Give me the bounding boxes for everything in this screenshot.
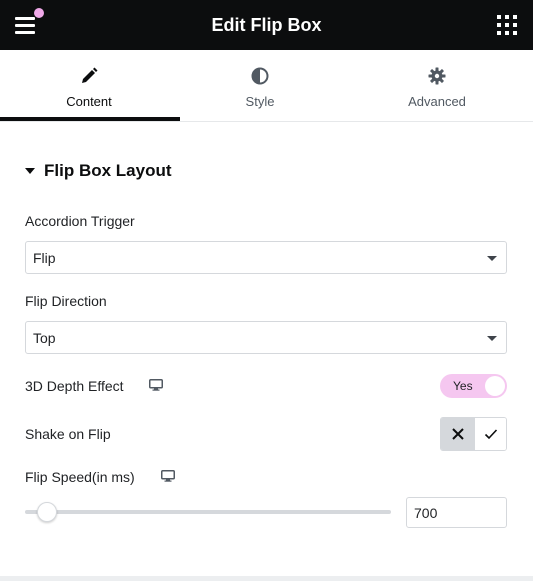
tab-label: Advanced (408, 94, 466, 109)
editor-header: Edit Flip Box (0, 0, 533, 50)
half-circle-icon (171, 66, 349, 86)
flip-direction-select[interactable]: Top (25, 321, 507, 354)
flip-speed-input[interactable] (406, 497, 507, 528)
active-tab-indicator (0, 117, 180, 121)
monitor-icon[interactable] (149, 379, 163, 391)
panel-title: Edit Flip Box (211, 15, 322, 35)
chevron-down-icon (487, 336, 497, 341)
depth-effect-toggle[interactable]: Yes (440, 374, 507, 398)
shake-on-flip-label: Shake on Flip (25, 426, 111, 442)
select-value: Flip (33, 250, 56, 266)
monitor-icon[interactable] (161, 470, 175, 482)
section-title: Flip Box Layout (44, 161, 172, 180)
flip-speed-slider-handle[interactable] (37, 502, 57, 522)
section-flip-box-layout[interactable]: Flip Box Layout (25, 160, 172, 182)
flip-speed-slider-track[interactable] (25, 510, 391, 514)
flip-speed-label: Flip Speed(in ms) (25, 469, 135, 485)
tab-label: Content (66, 94, 112, 109)
pencil-icon (0, 66, 178, 86)
panel-tabs: Content Style Advanced (0, 50, 533, 122)
close-icon (451, 428, 464, 440)
tab-style[interactable]: Style (171, 50, 349, 122)
yes-option-button[interactable] (474, 418, 506, 450)
gear-icon (348, 66, 526, 86)
depth-effect-label: 3D Depth Effect (25, 378, 124, 394)
tab-content[interactable]: Content (0, 50, 178, 122)
tab-label: Style (245, 94, 275, 109)
tab-advanced[interactable]: Advanced (348, 50, 526, 122)
accordion-trigger-label: Accordion Trigger (25, 213, 135, 229)
chevron-down-icon (487, 256, 497, 261)
no-option-button[interactable] (441, 418, 474, 450)
toggle-knob (485, 376, 505, 396)
check-icon (484, 429, 498, 440)
grid-icon[interactable] (497, 15, 517, 35)
select-value: Top (33, 330, 56, 346)
accordion-trigger-select[interactable]: Flip (25, 241, 507, 274)
caret-down-icon (25, 168, 35, 174)
panel-bottom-divider (0, 576, 533, 581)
shake-on-flip-choice (440, 417, 507, 451)
toggle-label: Yes (453, 379, 473, 393)
flip-direction-label: Flip Direction (25, 293, 107, 309)
